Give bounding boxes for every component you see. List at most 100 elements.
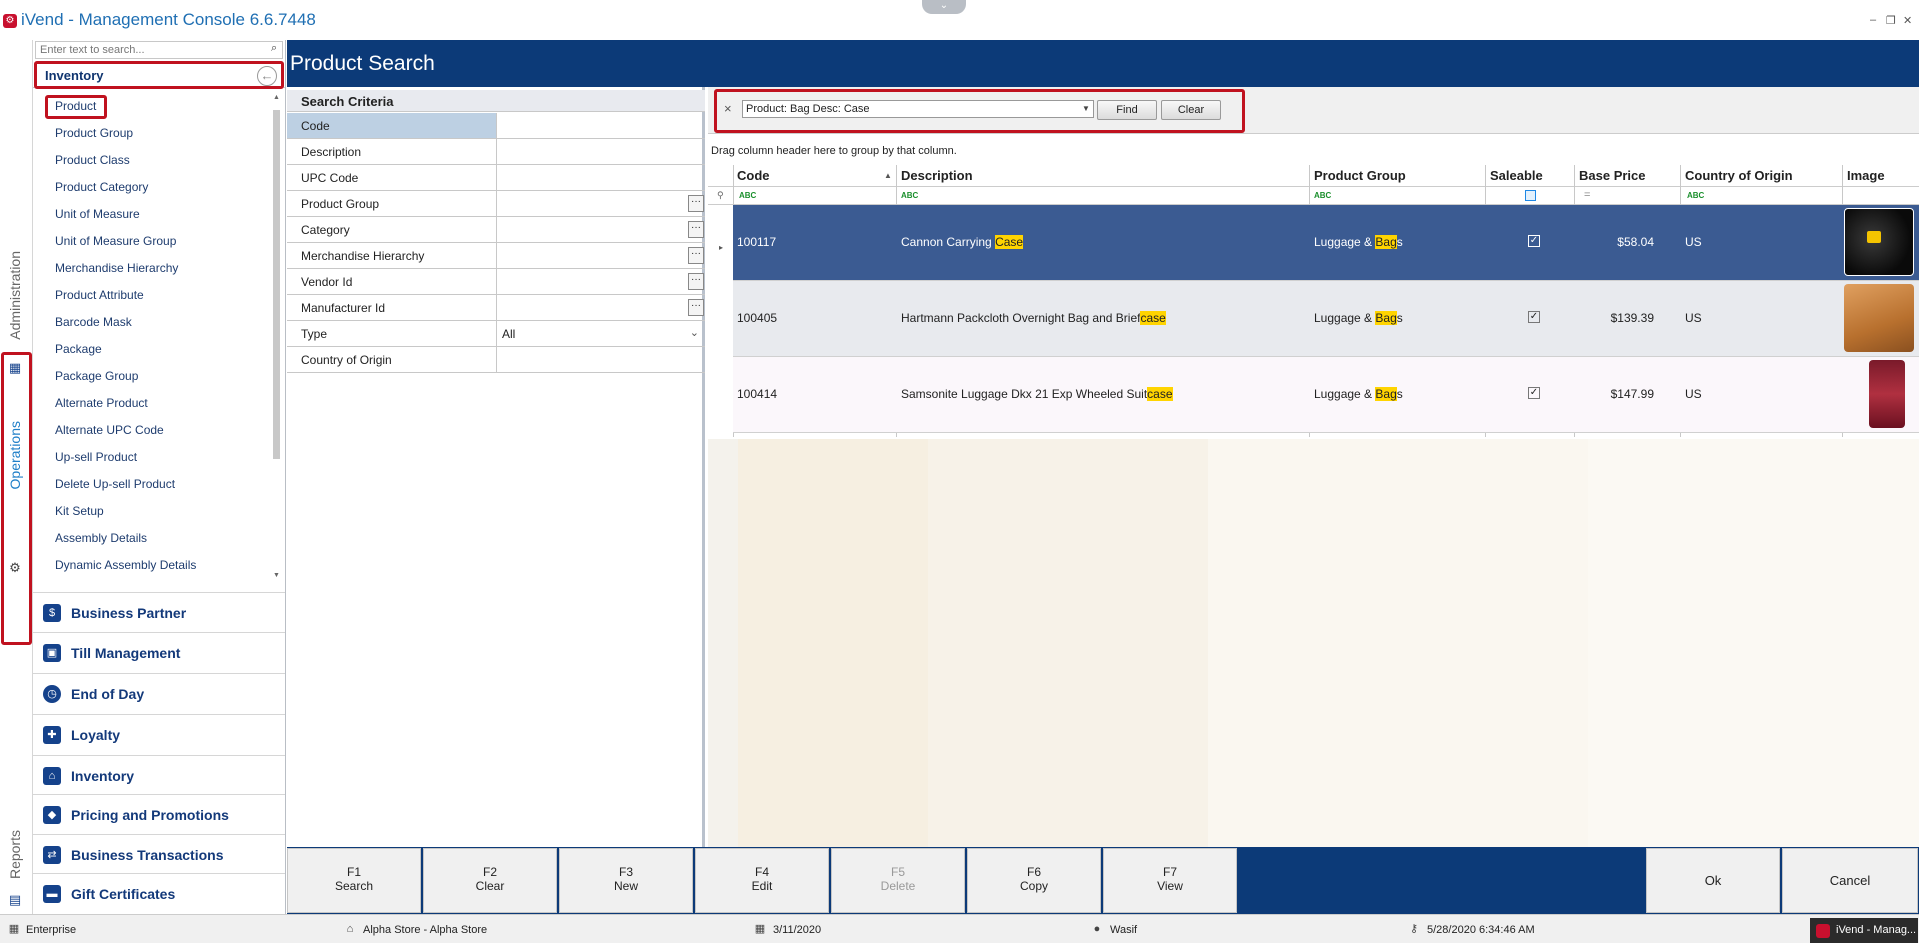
f7-view-button[interactable]: F7 View [1103, 848, 1237, 913]
nav-group-header[interactable]: Inventory ← [33, 62, 285, 88]
section-end-of-day[interactable]: ◷ End of Day [33, 673, 285, 713]
col-description[interactable]: Description [901, 168, 973, 183]
back-arrow-icon[interactable]: ← [257, 66, 277, 86]
nav-item-product[interactable]: Product [55, 99, 96, 113]
close-find-icon[interactable]: × [724, 101, 732, 116]
section-gift-certificates[interactable]: ▬ Gift Certificates [33, 873, 285, 913]
criteria-row-type[interactable]: Type All ⌄ [287, 321, 705, 347]
nav-item-package[interactable]: Package [55, 342, 102, 356]
f5-delete-button[interactable]: F5 Delete [831, 848, 965, 913]
criteria-row-category[interactable]: Category ··· [287, 217, 705, 243]
table-row[interactable]: 100117 Cannon Carrying Case Luggage & Ba… [733, 205, 1919, 281]
filter-pin-icon[interactable]: ⚲ [717, 190, 724, 201]
col-saleable[interactable]: Saleable [1490, 168, 1543, 183]
taskbar-item[interactable]: iVend - Manag... [1810, 918, 1918, 943]
find-input[interactable]: Product: Bag Desc: Case [742, 100, 1094, 118]
find-button[interactable]: Find [1097, 100, 1157, 120]
merchandise-hierarchy-field[interactable] [498, 243, 705, 268]
nav-item-product-attribute[interactable]: Product Attribute [55, 288, 144, 302]
section-inventory[interactable]: ⌂ Inventory [33, 755, 285, 795]
nav-item-product-class[interactable]: Product Class [55, 153, 130, 167]
nav-item-alternate-upc[interactable]: Alternate UPC Code [55, 423, 164, 437]
product-group-field[interactable] [498, 191, 705, 216]
upc-field[interactable] [498, 165, 705, 190]
section-business-partner[interactable]: $ Business Partner [33, 592, 285, 632]
minimize-icon[interactable]: – [1870, 14, 1876, 26]
collapse-ribbon-icon[interactable]: ⌄ [922, 0, 966, 14]
table-row[interactable]: 100414 Samsonite Luggage Dkx 21 Exp Whee… [733, 357, 1919, 433]
criteria-row-vendor[interactable]: Vendor Id ··· [287, 269, 705, 295]
tab-reports[interactable]: Reports ▤ [0, 820, 30, 915]
criteria-row-merchandise-hierarchy[interactable]: Merchandise Hierarchy ··· [287, 243, 705, 269]
category-field[interactable] [498, 217, 705, 242]
ellipsis-button[interactable]: ··· [688, 221, 704, 238]
nav-item-barcode-mask[interactable]: Barcode Mask [55, 315, 132, 329]
ellipsis-button[interactable]: ··· [688, 195, 704, 212]
col-base-price[interactable]: Base Price [1579, 168, 1646, 183]
nav-search-input[interactable]: Enter text to search... [35, 41, 283, 59]
nav-item-product-category[interactable]: Product Category [55, 180, 148, 194]
f2-clear-button[interactable]: F2 Clear [423, 848, 557, 913]
clear-find-button[interactable]: Clear [1161, 100, 1221, 120]
cancel-button[interactable]: Cancel [1782, 848, 1918, 913]
section-business-transactions[interactable]: ⇄ Business Transactions [33, 834, 285, 874]
find-dropdown-icon[interactable]: ▼ [1082, 104, 1090, 113]
ellipsis-button[interactable]: ··· [688, 273, 704, 290]
filter-description-icon[interactable]: ABC [901, 191, 918, 200]
filter-group-icon[interactable]: ABC [1314, 191, 1331, 200]
search-icon[interactable]: ⌕ [271, 42, 283, 54]
nav-item-kit-setup[interactable]: Kit Setup [55, 504, 104, 518]
restore-icon[interactable]: ❐ [1886, 14, 1896, 27]
filter-country-icon[interactable]: ABC [1687, 191, 1704, 200]
nav-item-package-group[interactable]: Package Group [55, 369, 138, 383]
nav-item-delete-upsell[interactable]: Delete Up-sell Product [55, 477, 175, 491]
nav-item-product-group[interactable]: Product Group [55, 126, 133, 140]
section-loyalty[interactable]: ✚ Loyalty [33, 714, 285, 754]
saleable-checkbox[interactable]: ✓ [1528, 311, 1540, 323]
filter-code-icon[interactable]: ABC [739, 191, 756, 200]
nav-item-uom-group[interactable]: Unit of Measure Group [55, 234, 176, 248]
criteria-row-description[interactable]: Description [287, 139, 705, 165]
col-code[interactable]: Code [737, 168, 770, 183]
criteria-row-product-group[interactable]: Product Group ··· [287, 191, 705, 217]
saleable-checkbox[interactable]: ✓ [1528, 387, 1540, 399]
type-select[interactable]: All [498, 321, 705, 346]
nav-scrollbar-thumb[interactable] [273, 110, 280, 459]
col-image[interactable]: Image [1847, 168, 1885, 183]
f3-new-button[interactable]: F3 New [559, 848, 693, 913]
ellipsis-button[interactable]: ··· [688, 247, 704, 264]
criteria-row-upc[interactable]: UPC Code [287, 165, 705, 191]
nav-item-upsell-product[interactable]: Up-sell Product [55, 450, 137, 464]
ok-button[interactable]: Ok [1646, 848, 1780, 913]
col-country[interactable]: Country of Origin [1685, 168, 1793, 183]
f4-edit-button[interactable]: F4 Edit [695, 848, 829, 913]
country-field[interactable] [498, 347, 705, 372]
section-till-management[interactable]: ▣ Till Management [33, 632, 285, 672]
tab-operations[interactable]: Operations ⚙ [0, 290, 30, 670]
nav-item-merchandise-hierarchy[interactable]: Merchandise Hierarchy [55, 261, 178, 275]
criteria-row-manufacturer[interactable]: Manufacturer Id ··· [287, 295, 705, 321]
vendor-field[interactable] [498, 269, 705, 294]
nav-item-unit-of-measure[interactable]: Unit of Measure [55, 207, 140, 221]
nav-item-assembly-details[interactable]: Assembly Details [55, 531, 147, 545]
saleable-checkbox[interactable]: ✓ [1528, 235, 1540, 247]
nav-item-alternate-product[interactable]: Alternate Product [55, 396, 148, 410]
chevron-down-icon[interactable]: ⌄ [690, 326, 699, 339]
close-icon[interactable]: ✕ [1903, 14, 1912, 27]
f1-search-button[interactable]: F1 Search [287, 848, 421, 913]
description-field[interactable] [498, 139, 705, 164]
filter-saleable-checkbox[interactable] [1525, 190, 1536, 201]
scroll-up-icon[interactable]: ▲ [273, 94, 280, 101]
scroll-down-icon[interactable]: ▼ [273, 572, 280, 579]
ellipsis-button[interactable]: ··· [688, 299, 704, 316]
section-pricing-promotions[interactable]: ◆ Pricing and Promotions [33, 794, 285, 834]
table-row[interactable]: 100405 Hartmann Packcloth Overnight Bag … [733, 281, 1919, 357]
manufacturer-field[interactable] [498, 295, 705, 320]
col-product-group[interactable]: Product Group [1314, 168, 1406, 183]
criteria-row-country[interactable]: Country of Origin [287, 347, 705, 373]
filter-price-icon[interactable]: = [1584, 189, 1590, 201]
criteria-row-code[interactable]: Code [287, 113, 705, 139]
f6-copy-button[interactable]: F6 Copy [967, 848, 1101, 913]
nav-item-dynamic-assembly[interactable]: Dynamic Assembly Details [55, 558, 196, 572]
code-field[interactable] [498, 113, 705, 138]
